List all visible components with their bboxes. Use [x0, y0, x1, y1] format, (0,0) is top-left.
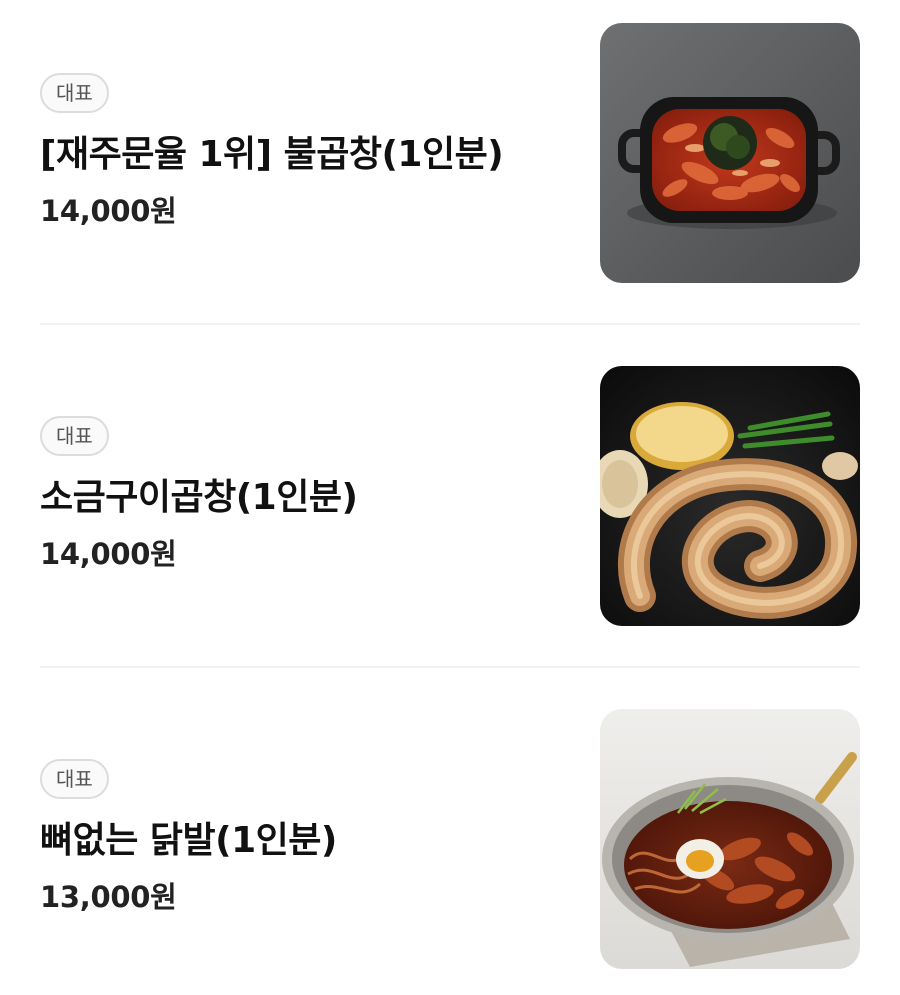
menu-item-price: 14,000원	[40, 194, 177, 228]
menu-item-fire-gopchang[interactable]: 대표 [재주문율 1위] 불곱창(1인분) 14,000원	[40, 23, 860, 283]
menu-item-photo[interactable]	[600, 709, 860, 969]
menu-item-salt-gopchang[interactable]: 대표 소금구이곱창(1인분) 14,000원	[40, 366, 860, 626]
menu-item-info: 대표 소금구이곱창(1인분) 14,000원	[40, 366, 570, 626]
fire-gopchang-photo	[600, 23, 860, 283]
menu-list: 대표 [재주문율 1위] 불곱창(1인분) 14,000원 대표 소금구이곱창(…	[0, 0, 900, 995]
chicken-feet-photo	[600, 709, 860, 969]
menu-item-photo[interactable]	[600, 366, 860, 626]
divider	[40, 323, 860, 325]
menu-item-boneless-chicken-feet[interactable]: 대표 뼈없는 닭발(1인분) 13,000원	[40, 709, 860, 969]
menu-item-name: 소금구이곱창(1인분)	[40, 477, 358, 518]
menu-item-info: 대표 뼈없는 닭발(1인분) 13,000원	[40, 709, 570, 969]
signature-badge: 대표	[40, 759, 109, 799]
divider	[40, 666, 860, 668]
signature-badge: 대표	[40, 73, 109, 113]
menu-item-photo[interactable]	[600, 23, 860, 283]
menu-item-info: 대표 [재주문율 1위] 불곱창(1인분) 14,000원	[40, 23, 570, 283]
salt-gopchang-photo	[600, 366, 860, 626]
menu-item-price: 13,000원	[40, 880, 177, 914]
menu-item-name: 뼈없는 닭발(1인분)	[40, 820, 337, 861]
menu-item-price: 14,000원	[40, 537, 177, 571]
signature-badge: 대표	[40, 416, 109, 456]
menu-item-name: [재주문율 1위] 불곱창(1인분)	[40, 134, 504, 175]
